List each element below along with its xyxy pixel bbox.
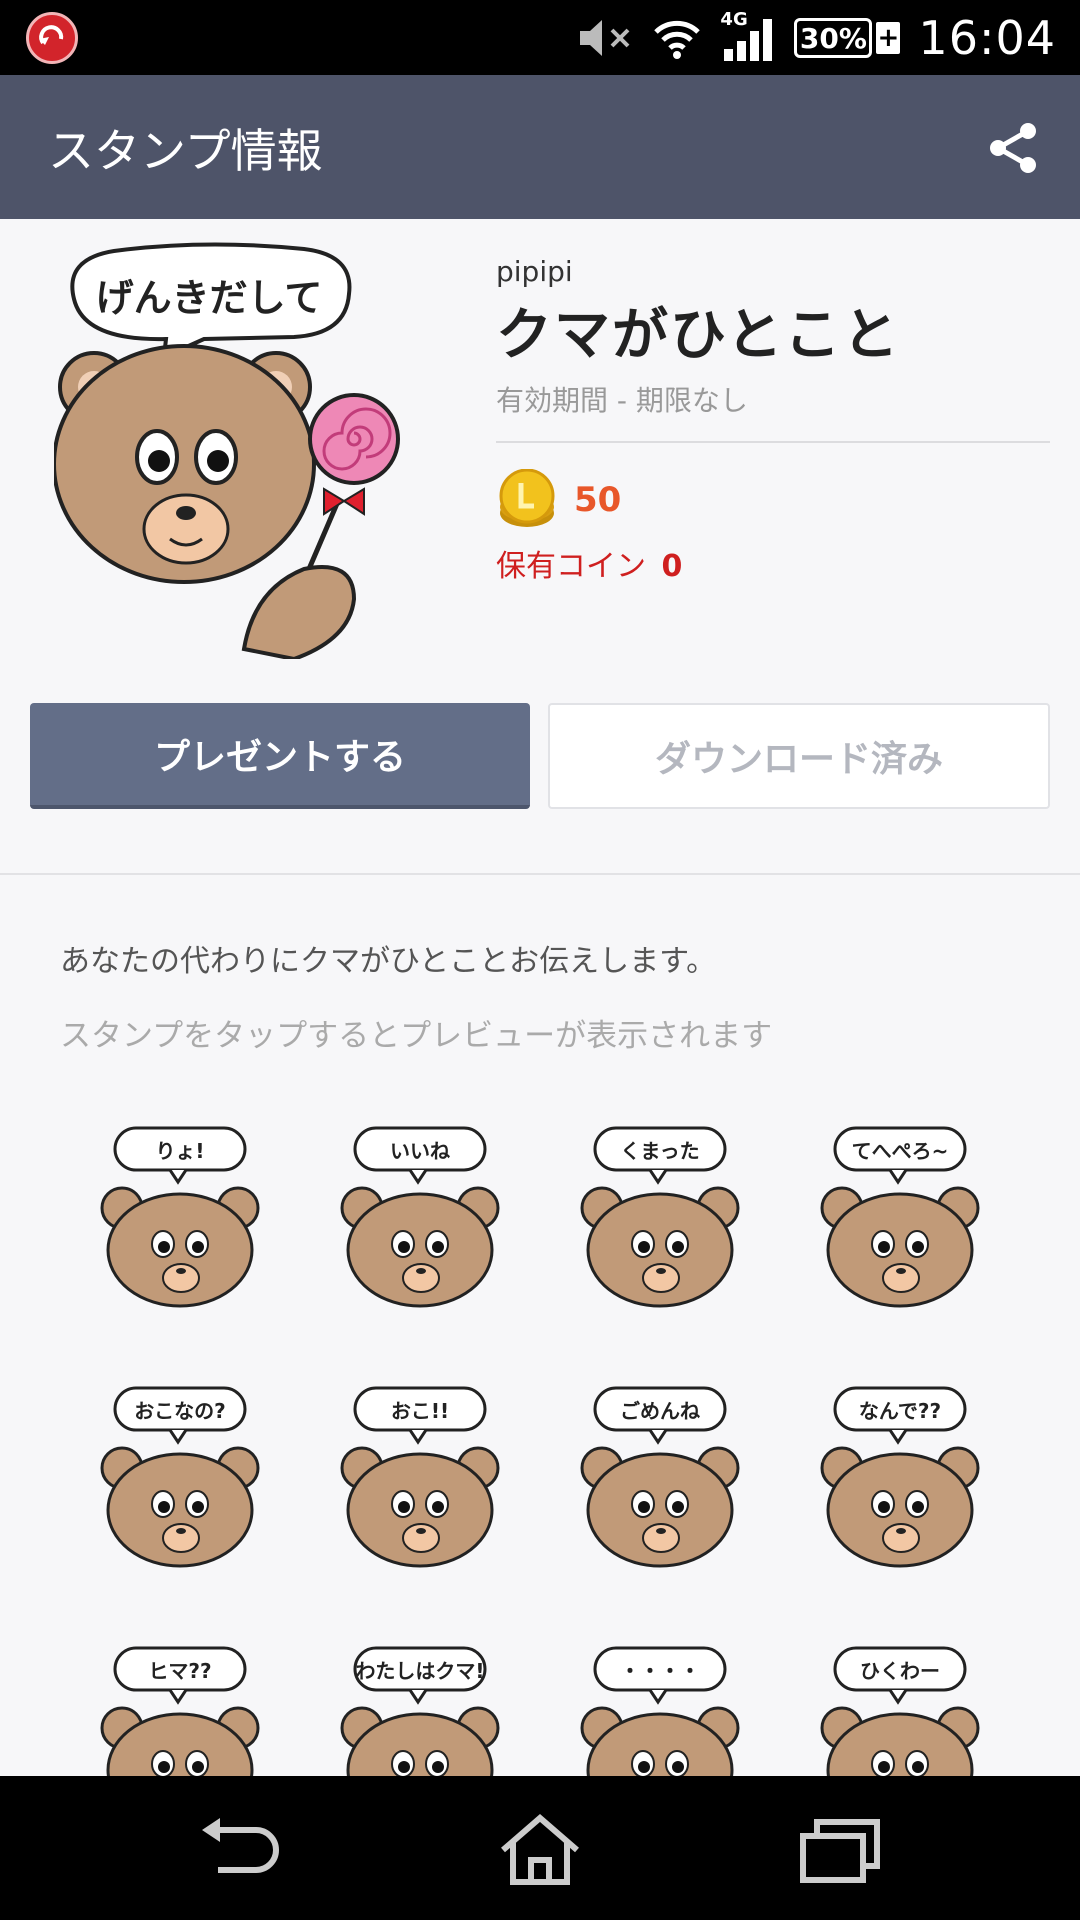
sticker-bear-image: わたしはクマ!	[340, 1646, 500, 1776]
description-text: あなたの代わりにクマがひとことお伝えします。	[60, 944, 717, 979]
coin-icon	[499, 469, 555, 527]
sticker-preview-item[interactable]: ・・・・	[540, 1640, 780, 1776]
sticker-preview-item[interactable]: ごめんね	[540, 1380, 780, 1580]
section-divider	[0, 873, 1080, 875]
owned-coins-label: 保有コイン	[496, 549, 646, 584]
sticker-preview-item[interactable]: おこ!!	[300, 1380, 540, 1580]
sticker-preview-item[interactable]: ヒマ??	[60, 1640, 300, 1776]
page-title: スタンプ情報	[48, 124, 323, 178]
sticker-bear-image: ひくわー	[820, 1646, 980, 1776]
sticker-bubble-text: ヒマ??	[148, 1659, 211, 1683]
share-icon[interactable]	[984, 119, 1042, 177]
sticker-bubble-text: ごめんね	[620, 1399, 700, 1423]
battery-level: 30%	[794, 18, 873, 58]
sticker-preview-item[interactable]: くまった	[540, 1120, 780, 1320]
sticker-bubble-text: りょ!	[155, 1139, 204, 1163]
sticker-bubble-text: てへぺろ~	[852, 1139, 949, 1163]
sticker-bear-image: てへぺろ~	[820, 1126, 980, 1308]
sticker-bubble-text: ひくわー	[860, 1659, 940, 1683]
sticker-bear-image: ・・・・	[580, 1646, 740, 1776]
sticker-grid: りょ! いいね くまった てへぺろ~ おこなの? おこ!! ごめんね なんで?? ヒマ?? わたし…	[60, 1120, 1020, 1776]
app-logo-icon	[26, 12, 78, 64]
sticker-title: クマがひとこと	[496, 303, 901, 368]
validity-text: 有効期間 - 期限なし	[496, 384, 748, 417]
sticker-bear-image: ヒマ??	[100, 1646, 260, 1776]
sticker-bear-image: なんで??	[820, 1386, 980, 1568]
home-icon[interactable]	[495, 1812, 585, 1888]
sticker-bear-image: くまった	[580, 1126, 740, 1308]
status-bar: 4G 30% + 16:04	[0, 0, 1080, 75]
back-icon[interactable]	[196, 1812, 286, 1888]
sticker-bear-image: ごめんね	[580, 1386, 740, 1568]
sticker-preview-item[interactable]: わたしはクマ!	[300, 1640, 540, 1776]
sticker-bubble-text: いいね	[390, 1139, 450, 1163]
download-button[interactable]: ダウンロード済み	[548, 703, 1050, 809]
recent-apps-icon[interactable]	[795, 1812, 885, 1888]
sticker-bubble-text: わたしはクマ!	[355, 1659, 484, 1683]
author-name[interactable]: pipipi	[496, 255, 1050, 288]
sticker-bear-image: りょ!	[100, 1126, 260, 1308]
status-icons: 4G 30% + 16:04	[576, 9, 1056, 66]
sticker-info: げんきだして pipipi クマがひとこと 有効期間 - 期限なし 50 保有コ…	[0, 219, 1080, 699]
sticker-bubble-text: なんで??	[859, 1399, 941, 1423]
navigation-bar	[0, 1776, 1080, 1920]
sticker-preview-item[interactable]: おこなの?	[60, 1380, 300, 1580]
sticker-preview-item[interactable]: ひくわー	[780, 1640, 1020, 1776]
owned-coins: 保有コイン 0	[496, 541, 1050, 585]
sticker-bubble-text: おこ!!	[391, 1399, 449, 1423]
wifi-icon	[654, 20, 701, 59]
clock: 16:04	[918, 11, 1056, 65]
owned-coins-value: 0	[661, 549, 683, 584]
main-sticker-image: げんきだして	[54, 242, 400, 659]
sticker-bubble-text: おこなの?	[134, 1399, 226, 1423]
sticker-meta: pipipi クマがひとこと 有効期間 - 期限なし 50 保有コイン 0	[496, 255, 1050, 585]
sticker-bubble-text: くまった	[620, 1139, 699, 1163]
app-bar: スタンプ情報	[0, 75, 1080, 219]
mute-icon	[580, 20, 630, 56]
sticker-bear-image: おこ!!	[340, 1386, 500, 1568]
sticker-preview-item[interactable]: なんで??	[780, 1380, 1020, 1580]
price-row: 50	[496, 469, 1050, 531]
sticker-bear-image: おこなの?	[100, 1386, 260, 1568]
sticker-bear-image: いいね	[340, 1126, 500, 1308]
sticker-preview-item[interactable]: てへぺろ~	[780, 1120, 1020, 1320]
battery-icon: 30% +	[794, 18, 901, 58]
divider	[496, 441, 1050, 443]
gift-button[interactable]: プレゼントする	[30, 703, 530, 809]
preview-hint: スタンプをタップするとプレビューが表示されます	[60, 1018, 773, 1054]
sticker-preview-item[interactable]: いいね	[300, 1120, 540, 1320]
sticker-preview-item[interactable]: りょ!	[60, 1120, 300, 1320]
signal-icon: 4G	[720, 9, 776, 63]
battery-charging-icon: +	[876, 22, 901, 54]
main-bubble-text: げんきだして	[96, 276, 323, 320]
sticker-bubble-text: ・・・・	[620, 1659, 700, 1683]
price-value: 50	[574, 480, 622, 520]
